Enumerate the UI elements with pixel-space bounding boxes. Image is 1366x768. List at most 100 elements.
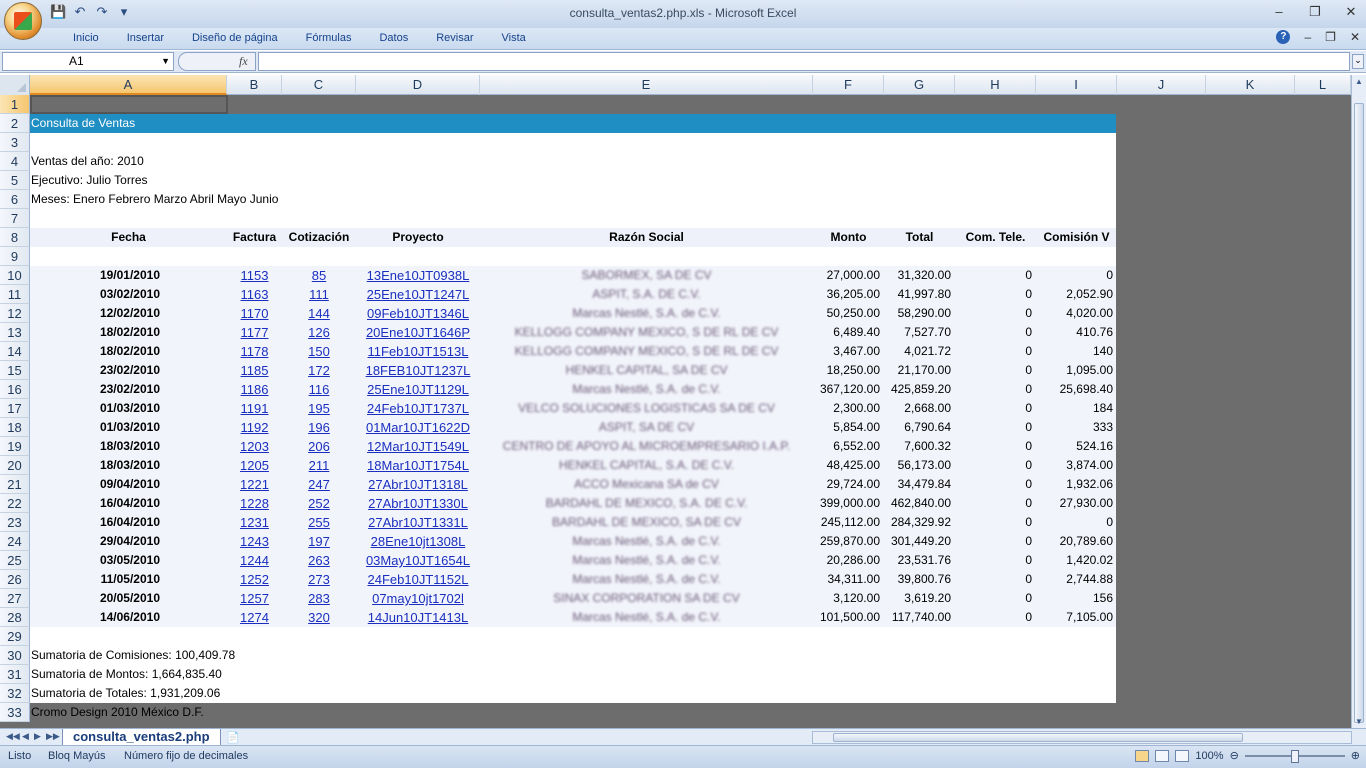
row-header[interactable]: 2	[0, 114, 30, 133]
ribbon-restore-icon[interactable]: ❐	[1325, 30, 1336, 44]
cell-proyecto[interactable]: 18FEB10JT1237L	[356, 361, 480, 380]
cell-cotizacion[interactable]: 211	[282, 456, 356, 475]
row-header[interactable]: 8	[0, 228, 30, 247]
scroll-down-icon[interactable]: ▼	[1355, 717, 1363, 726]
name-box[interactable]: A1 ▼	[2, 52, 174, 71]
column-header[interactable]: G	[884, 75, 955, 95]
row-header[interactable]: 12	[0, 304, 30, 323]
cell-factura-link[interactable]: 1244	[240, 553, 269, 568]
cell-proyecto-link[interactable]: 20Ene10JT1646P	[366, 325, 470, 340]
cell-proyecto-link[interactable]: 13Ene10JT0938L	[367, 268, 470, 283]
cell-proyecto-link[interactable]: 18FEB10JT1237L	[366, 363, 471, 378]
cell-factura-link[interactable]: 1178	[241, 344, 269, 359]
cell-proyecto[interactable]: 24Feb10JT1737L	[356, 399, 480, 418]
cell-proyecto[interactable]: 28Ene10jt1308L	[356, 532, 480, 551]
cell-factura-link[interactable]: 1177	[241, 325, 269, 340]
cell-cotizacion-link[interactable]: 126	[308, 325, 330, 340]
cell-cotizacion[interactable]: 263	[282, 551, 356, 570]
row-header[interactable]: 31	[0, 665, 30, 684]
row-header[interactable]: 27	[0, 589, 30, 608]
ribbon-tab[interactable]: Fórmulas	[292, 32, 366, 44]
horizontal-scroll-thumb[interactable]	[833, 733, 1243, 742]
cell-proyecto-link[interactable]: 12Mar10JT1549L	[367, 439, 469, 454]
cell-factura[interactable]: 1257	[227, 589, 282, 608]
minimize-icon[interactable]: –	[1272, 4, 1286, 20]
cell-factura-link[interactable]: 1185	[241, 363, 269, 378]
cell-cotizacion-link[interactable]: 247	[308, 477, 330, 492]
row-header[interactable]: 13	[0, 323, 30, 342]
cell-cotizacion[interactable]: 150	[282, 342, 356, 361]
cell-factura-link[interactable]: 1153	[241, 268, 269, 283]
cell-proyecto-link[interactable]: 27Abr10JT1330L	[368, 496, 468, 511]
row-header[interactable]: 5	[0, 171, 30, 190]
row-header[interactable]: 30	[0, 646, 30, 665]
cell-factura-link[interactable]: 1170	[241, 306, 269, 321]
zoom-out-icon[interactable]: ⊖	[1230, 749, 1239, 762]
cell-proyecto[interactable]: 27Abr10JT1318L	[356, 475, 480, 494]
column-header[interactable]: C	[282, 75, 356, 95]
cell-factura[interactable]: 1274	[227, 608, 282, 627]
vertical-scroll-thumb[interactable]	[1354, 103, 1364, 723]
cell-proyecto[interactable]: 13Ene10JT0938L	[356, 266, 480, 285]
cell-proyecto-link[interactable]: 25Ene10JT1247L	[367, 287, 470, 302]
cell-cotizacion[interactable]: 206	[282, 437, 356, 456]
cell-proyecto[interactable]: 12Mar10JT1549L	[356, 437, 480, 456]
insert-sheet-icon[interactable]: 📄	[226, 731, 240, 744]
cell-proyecto[interactable]: 18Mar10JT1754L	[356, 456, 480, 475]
cell-factura[interactable]: 1203	[227, 437, 282, 456]
cell-proyecto-link[interactable]: 24Feb10JT1737L	[367, 401, 469, 416]
cell-factura-link[interactable]: 1274	[240, 610, 269, 625]
cell-factura-link[interactable]: 1192	[241, 420, 269, 435]
normal-view-icon[interactable]	[1135, 749, 1150, 762]
row-header[interactable]: 3	[0, 133, 30, 152]
cell-factura-link[interactable]: 1221	[240, 477, 269, 492]
ribbon-tab[interactable]: Inicio	[59, 32, 113, 44]
cell-factura-link[interactable]: 1257	[240, 591, 269, 606]
row-header[interactable]: 18	[0, 418, 30, 437]
page-layout-view-icon[interactable]	[1155, 749, 1170, 762]
row-header[interactable]: 23	[0, 513, 30, 532]
cell-factura-link[interactable]: 1243	[240, 534, 269, 549]
column-header[interactable]: F	[813, 75, 884, 95]
cell-factura[interactable]: 1153	[227, 266, 282, 285]
cell-cotizacion[interactable]: 111	[282, 285, 356, 304]
cell-proyecto-link[interactable]: 27Abr10JT1331L	[368, 515, 468, 530]
cell-cotizacion-link[interactable]: 283	[308, 591, 330, 606]
cell-factura-link[interactable]: 1163	[241, 287, 269, 302]
cell-proyecto-link[interactable]: 25Ene10JT1129L	[367, 382, 469, 397]
cell-factura-link[interactable]: 1228	[240, 496, 269, 511]
active-cell[interactable]	[30, 95, 228, 114]
cell-proyecto-link[interactable]: 18Mar10JT1754L	[367, 458, 469, 473]
cell-proyecto[interactable]: 20Ene10JT1646P	[356, 323, 480, 342]
cell-proyecto[interactable]: 27Abr10JT1330L	[356, 494, 480, 513]
row-header[interactable]: 21	[0, 475, 30, 494]
scroll-up-icon[interactable]: ▲	[1355, 77, 1363, 86]
cell-cotizacion-link[interactable]: 196	[308, 420, 330, 435]
office-button[interactable]	[4, 2, 42, 40]
ribbon-tab[interactable]: Revisar	[422, 32, 487, 44]
cell-factura[interactable]: 1228	[227, 494, 282, 513]
cell-cotizacion-link[interactable]: 144	[308, 306, 330, 321]
cell-cotizacion-link[interactable]: 172	[308, 363, 330, 378]
cell-factura[interactable]: 1178	[227, 342, 282, 361]
cell-cotizacion[interactable]: 247	[282, 475, 356, 494]
row-header[interactable]: 15	[0, 361, 30, 380]
cell-proyecto-link[interactable]: 14Jun10JT1413L	[368, 610, 468, 625]
cell-cotizacion[interactable]: 126	[282, 323, 356, 342]
row-header[interactable]: 11	[0, 285, 30, 304]
ribbon-tab[interactable]: Insertar	[113, 32, 178, 44]
next-sheet-icon[interactable]: ▶	[34, 731, 41, 742]
cell-cotizacion[interactable]: 196	[282, 418, 356, 437]
cell-factura[interactable]: 1221	[227, 475, 282, 494]
cell-cotizacion-link[interactable]: 116	[309, 382, 330, 397]
ribbon-close-icon[interactable]: ✕	[1350, 30, 1360, 44]
cell-cotizacion[interactable]: 255	[282, 513, 356, 532]
cell-proyecto[interactable]: 01Mar10JT1622D	[356, 418, 480, 437]
cell-factura-link[interactable]: 1231	[240, 515, 269, 530]
column-header[interactable]: K	[1206, 75, 1295, 95]
cell-cotizacion[interactable]: 252	[282, 494, 356, 513]
cell-cotizacion[interactable]: 195	[282, 399, 356, 418]
zoom-in-icon[interactable]: ⊕	[1351, 749, 1360, 762]
row-header[interactable]: 26	[0, 570, 30, 589]
ribbon-tab[interactable]: Diseño de página	[178, 32, 292, 44]
